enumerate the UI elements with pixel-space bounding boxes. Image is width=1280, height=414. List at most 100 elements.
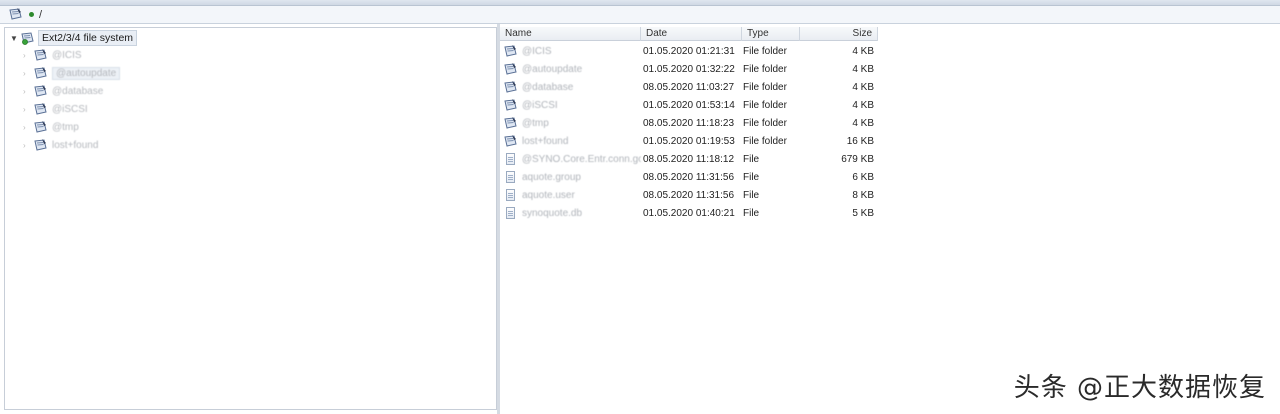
column-header-date[interactable]: Date <box>641 27 742 41</box>
cell-type: File folder <box>743 135 787 147</box>
folder-drive-icon <box>503 44 518 58</box>
file-icon <box>506 207 515 219</box>
file-list-row[interactable]: @ICIS 01.05.2020 01:21:31 File folder 4 KB <box>500 42 878 60</box>
cell-date: 01.05.2020 01:53:14 <box>643 99 735 111</box>
cell-type: File folder <box>743 99 787 111</box>
cell-size: 16 KB <box>846 135 874 147</box>
file-name: aquote.group <box>522 171 581 183</box>
folder-drive-icon <box>503 62 518 76</box>
tree-item[interactable]: › lost+found <box>23 137 98 154</box>
tree-item[interactable]: › @tmp <box>23 119 79 136</box>
cell-size: 679 KB <box>841 153 874 165</box>
cell-type: File folder <box>743 63 787 75</box>
cell-date: 01.05.2020 01:32:22 <box>643 63 735 75</box>
file-name: synoquote.db <box>522 207 583 219</box>
cell-name: @SYNO.Core.Entr.conn.go <box>500 153 641 165</box>
cell-size: 4 KB <box>852 81 874 93</box>
cell-date: 08.05.2020 11:18:12 <box>643 153 735 165</box>
cell-type: File <box>743 189 760 201</box>
tree-root-label[interactable]: Ext2/3/4 file system <box>38 30 138 46</box>
cell-date: 08.05.2020 11:31:56 <box>643 189 735 201</box>
cell-name: @ICIS <box>500 44 641 58</box>
cell-date: 01.05.2020 01:19:53 <box>643 135 735 147</box>
folder-drive-icon <box>33 103 48 116</box>
tree-item-label: @autoupdate <box>52 67 121 80</box>
path-bar: / <box>0 6 1280 24</box>
watermark: 头条 @正大数据恢复 <box>1013 373 1266 403</box>
cell-size: 5 KB <box>852 207 874 219</box>
file-name: @iSCSI <box>522 99 558 111</box>
folder-drive-icon <box>33 139 48 152</box>
folder-drive-icon <box>33 49 48 62</box>
cell-name: aquote.user <box>500 189 641 201</box>
file-name: @SYNO.Core.Entr.conn.go <box>521 153 641 165</box>
cell-date: 08.05.2020 11:31:56 <box>643 171 735 183</box>
tree-item[interactable]: › @database <box>23 83 103 100</box>
cell-type: File <box>743 171 760 183</box>
folder-drive-icon <box>503 80 518 94</box>
folder-drive-icon <box>503 116 518 130</box>
cell-size: 8 KB <box>852 189 874 201</box>
current-path[interactable]: / <box>39 9 42 21</box>
folder-drive-icon <box>33 121 48 134</box>
tree-item-label: @ICIS <box>52 50 82 61</box>
file-list-row[interactable]: @database 08.05.2020 11:03:27 File folder 4… <box>500 78 878 96</box>
column-header-size[interactable]: Size <box>800 27 878 41</box>
cell-name: synoquote.db <box>500 207 641 219</box>
file-list-row[interactable]: lost+found 01.05.2020 01:19:53 File folder… <box>500 132 878 150</box>
file-list-row[interactable]: @SYNO.Core.Entr.conn.go 08.05.2020 11:18:… <box>500 150 878 168</box>
file-name: @database <box>522 81 574 93</box>
cell-type: File <box>743 153 760 165</box>
tree-item[interactable]: › @iSCSI <box>23 101 88 118</box>
cell-size: 4 KB <box>852 99 874 111</box>
cell-size: 4 KB <box>852 63 874 75</box>
status-dot-icon <box>29 12 34 17</box>
tree-item-label: @iSCSI <box>52 104 88 115</box>
file-list-row[interactable]: @tmp 08.05.2020 11:18:23 File folder 4 KB <box>500 114 878 132</box>
cell-name: @database <box>500 80 641 94</box>
column-header-row: Name Date Type Size <box>500 27 878 41</box>
drive-icon <box>8 8 23 21</box>
cell-size: 4 KB <box>852 45 874 57</box>
cell-type: File folder <box>743 45 787 57</box>
file-name: lost+found <box>522 135 569 147</box>
filesystem-icon <box>20 31 35 45</box>
file-list-row[interactable]: @iSCSI 01.05.2020 01:53:14 File folder 4 KB <box>500 96 878 114</box>
tree-item[interactable]: › @ICIS <box>23 47 82 64</box>
cell-name: @tmp <box>500 116 641 130</box>
tree-item-label: @database <box>52 86 104 97</box>
cell-type: File <box>743 207 760 219</box>
folder-drive-icon <box>503 134 518 148</box>
cell-type: File folder <box>743 81 787 93</box>
file-list-row[interactable]: aquote.group 08.05.2020 11:31:56 File 6 KB <box>500 168 878 186</box>
file-icon <box>506 171 515 183</box>
file-list-row[interactable]: synoquote.db 01.05.2020 01:40:21 File 5 KB <box>500 204 878 222</box>
cell-date: 08.05.2020 11:03:27 <box>643 81 735 93</box>
cell-name: lost+found <box>500 134 641 148</box>
cell-date: 08.05.2020 11:18:23 <box>643 117 735 129</box>
folder-drive-icon <box>33 85 48 98</box>
folder-tree-panel[interactable]: ▼ Ext2/3/4 file system › @ICIS › @autoup… <box>4 27 497 410</box>
cell-name: aquote.group <box>500 171 641 183</box>
file-name: @tmp <box>522 117 549 129</box>
file-icon <box>506 189 515 201</box>
file-list-row[interactable]: aquote.user 08.05.2020 11:31:56 File 8 KB <box>500 186 878 204</box>
tree-item-label: lost+found <box>52 140 99 151</box>
column-header-name[interactable]: Name <box>500 27 641 41</box>
file-name: aquote.user <box>522 189 575 201</box>
file-list-panel[interactable]: Name Date Type Size @ICIS 01.05.2020 01:2… <box>500 27 1280 410</box>
folder-drive-icon <box>33 67 48 80</box>
cell-name: @autoupdate <box>500 62 641 76</box>
file-icon <box>506 153 515 165</box>
file-list-row[interactable]: @autoupdate 01.05.2020 01:32:22 File folde… <box>500 60 878 78</box>
cell-size: 4 KB <box>852 117 874 129</box>
tree-item[interactable]: › @autoupdate <box>23 65 121 82</box>
file-name: @ICIS <box>522 45 552 57</box>
tree-root-node[interactable]: ▼ Ext2/3/4 file system <box>10 30 138 46</box>
column-header-type[interactable]: Type <box>742 27 800 41</box>
cell-name: @iSCSI <box>500 98 641 112</box>
cell-date: 01.05.2020 01:40:21 <box>643 207 735 219</box>
expand-arrow-icon[interactable]: ▼ <box>10 34 20 43</box>
cell-date: 01.05.2020 01:21:31 <box>643 45 735 57</box>
cell-type: File folder <box>743 117 787 129</box>
